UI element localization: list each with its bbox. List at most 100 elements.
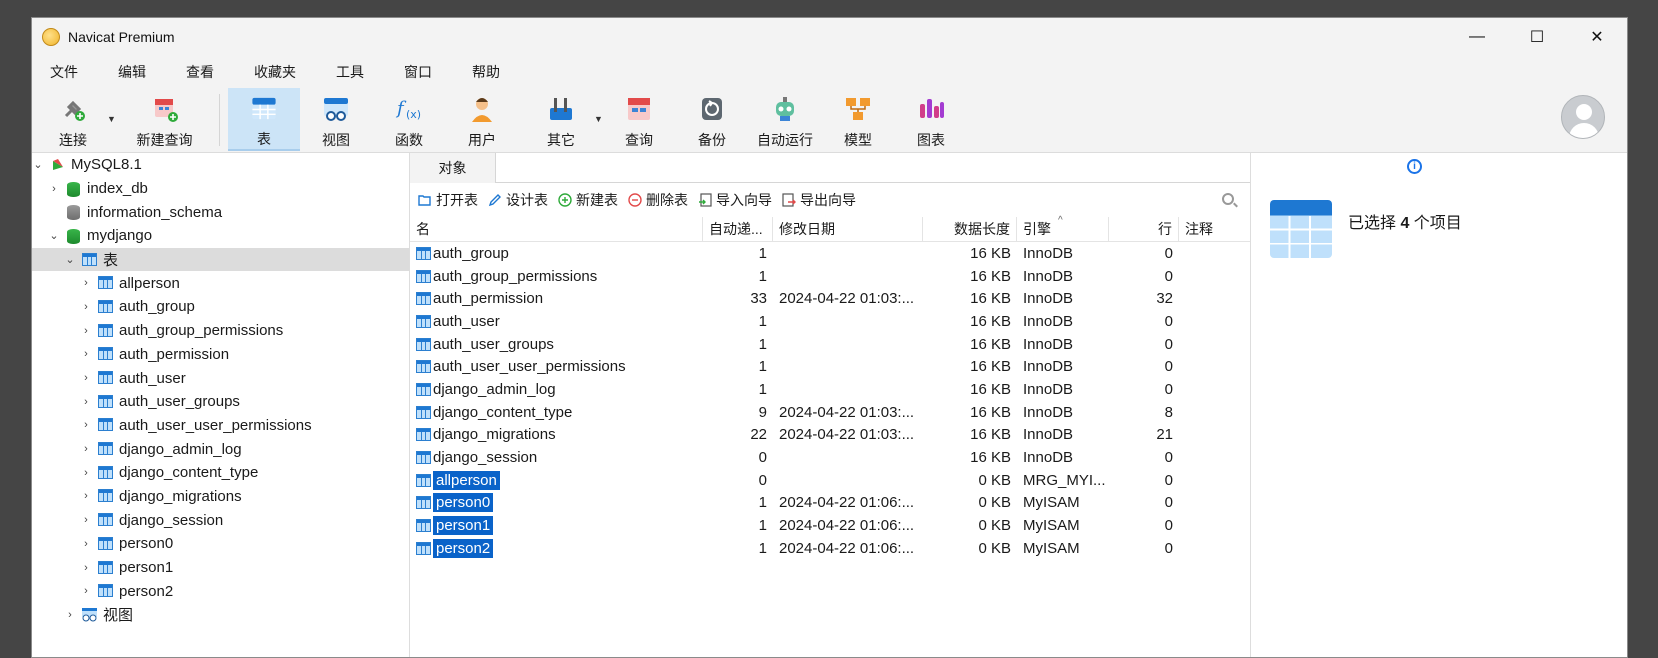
tree-table-item[interactable]: › allperson <box>32 271 409 295</box>
menu-edit[interactable]: 编辑 <box>106 62 158 82</box>
table-button[interactable]: 表 <box>228 88 300 151</box>
new-table-button[interactable]: 新建表 <box>558 190 618 210</box>
other-button[interactable]: 其它 <box>525 88 597 151</box>
chevron-right-icon[interactable]: › <box>80 514 92 526</box>
connect-dropdown-icon[interactable]: ▼ <box>107 114 116 124</box>
tree-table-item[interactable]: › auth_user <box>32 366 409 390</box>
cell-auto-increment: 1 <box>758 517 767 535</box>
maximize-button[interactable]: ☐ <box>1507 18 1567 55</box>
search-icon[interactable] <box>1222 193 1234 205</box>
model-label: 模型 <box>844 132 872 148</box>
tree-db-information-schema[interactable]: information_schema <box>32 200 409 224</box>
tree-table-item[interactable]: › django_migrations <box>32 485 409 509</box>
table-row[interactable]: django_content_type 9 2024-04-22 01:03:...… <box>410 401 1250 424</box>
table-row[interactable]: auth_user_user_permissions 1 16 KB InnoDB 0 <box>410 355 1250 378</box>
chevron-right-icon[interactable]: › <box>48 183 60 195</box>
info-icon[interactable]: i <box>1407 159 1422 174</box>
automation-button[interactable]: 自动运行 <box>749 88 821 151</box>
column-header-engine[interactable]: 引擎 <box>1017 216 1109 242</box>
chevron-right-icon[interactable]: › <box>80 372 92 384</box>
design-table-button[interactable]: 设计表 <box>488 190 548 210</box>
table-row[interactable]: allperson 0 0 KB MRG_MYI... 0 <box>410 469 1250 492</box>
column-header-name[interactable]: 名 <box>410 216 703 242</box>
table-row[interactable]: auth_group_permissions 1 16 KB InnoDB 0 <box>410 265 1250 288</box>
tree-table-item[interactable]: › auth_user_groups <box>32 390 409 414</box>
menu-help[interactable]: 帮助 <box>460 62 512 82</box>
chevron-right-icon[interactable]: › <box>80 538 92 550</box>
chevron-right-icon[interactable]: › <box>80 585 92 597</box>
tree-table-item[interactable]: › django_content_type <box>32 461 409 485</box>
tree-table-item[interactable]: › auth_permission <box>32 343 409 367</box>
query-button[interactable]: 查询 <box>603 88 675 151</box>
column-header-auto-increment[interactable]: 自动递... <box>703 216 773 242</box>
tree-views-node[interactable]: › 视图 <box>32 603 409 627</box>
user-button[interactable]: 用户 <box>446 88 518 151</box>
chevron-right-icon[interactable]: › <box>64 609 76 621</box>
table-row[interactable]: person0 1 2024-04-22 01:06:... 0 KB MyISAM 0 <box>410 492 1250 515</box>
connect-button[interactable]: 连接 <box>37 88 109 151</box>
chevron-down-icon[interactable]: ⌄ <box>64 253 76 266</box>
menu-favorites[interactable]: 收藏夹 <box>242 62 308 82</box>
column-header-rows[interactable]: 行 <box>1109 216 1179 242</box>
menu-tools[interactable]: 工具 <box>324 62 376 82</box>
tree-connection-mysql[interactable]: ⌄ MySQL8.1 <box>32 153 409 177</box>
menu-view[interactable]: 查看 <box>174 62 226 82</box>
chevron-right-icon[interactable]: › <box>80 301 92 313</box>
open-table-button[interactable]: 打开表 <box>418 190 478 210</box>
object-panel: 对象 打开表 设计表 新建表 删除表 导入向导 导出向导 名 自动递... 修改… <box>410 153 1250 657</box>
chevron-right-icon[interactable]: › <box>80 348 92 360</box>
chevron-right-icon[interactable]: › <box>80 467 92 479</box>
table-row[interactable]: auth_user 1 16 KB InnoDB 0 <box>410 310 1250 333</box>
tree-db-index-db[interactable]: › index_db <box>32 177 409 201</box>
column-header-modified[interactable]: 修改日期 <box>773 216 923 242</box>
chevron-right-icon[interactable]: › <box>80 562 92 574</box>
view-button[interactable]: 视图 <box>300 88 372 151</box>
menu-file[interactable]: 文件 <box>38 62 90 82</box>
tree-table-item[interactable]: › person1 <box>32 556 409 580</box>
tree-table-item[interactable]: › person0 <box>32 532 409 556</box>
table-row[interactable]: django_session 0 16 KB InnoDB 0 <box>410 446 1250 469</box>
minimize-button[interactable]: — <box>1447 18 1507 55</box>
delete-table-button[interactable]: 删除表 <box>628 190 688 210</box>
close-button[interactable]: ✕ <box>1567 18 1627 55</box>
new-query-icon <box>154 99 178 122</box>
chevron-right-icon[interactable]: › <box>80 325 92 337</box>
export-wizard-button[interactable]: 导出向导 <box>782 190 856 210</box>
backup-button[interactable]: 备份 <box>676 88 748 151</box>
table-row[interactable]: auth_permission 33 2024-04-22 01:03:... 16 … <box>410 287 1250 310</box>
user-avatar[interactable] <box>1561 95 1605 139</box>
tree-table-item[interactable]: › auth_user_user_permissions <box>32 414 409 438</box>
table-row[interactable]: django_migrations 22 2024-04-22 01:03:... 1… <box>410 424 1250 447</box>
chevron-right-icon[interactable]: › <box>80 396 92 408</box>
tree-table-item[interactable]: › django_admin_log <box>32 437 409 461</box>
function-button[interactable]: f (x) 函数 <box>373 88 445 151</box>
tree-tables-node[interactable]: ⌄ 表 <box>32 247 409 272</box>
chevron-right-icon[interactable]: › <box>80 277 92 289</box>
cell-engine: InnoDB <box>1023 244 1074 262</box>
chevron-right-icon[interactable]: › <box>80 490 92 502</box>
chart-button[interactable]: 图表 <box>895 88 967 151</box>
table-row[interactable]: auth_group 1 16 KB InnoDB 0 <box>410 242 1250 265</box>
new-query-button[interactable]: 新建查询 <box>117 88 212 151</box>
tree-table-item[interactable]: › auth_group <box>32 295 409 319</box>
cell-auto-increment: 1 <box>758 358 767 376</box>
tree-table-item[interactable]: › auth_group_permissions <box>32 319 409 343</box>
table-row[interactable]: person1 1 2024-04-22 01:06:... 0 KB MyISAM 0 <box>410 514 1250 537</box>
tree-table-item[interactable]: › django_session <box>32 508 409 532</box>
table-row[interactable]: person2 1 2024-04-22 01:06:... 0 KB MyISAM 0 <box>410 537 1250 560</box>
column-header-comment[interactable]: 注释 <box>1179 217 1249 242</box>
other-dropdown-icon[interactable]: ▼ <box>594 114 603 124</box>
import-wizard-button[interactable]: 导入向导 <box>698 190 772 210</box>
model-button[interactable]: 模型 <box>822 88 894 151</box>
chevron-right-icon[interactable]: › <box>80 419 92 431</box>
tree-db-mydjango[interactable]: ⌄ mydjango <box>32 224 409 248</box>
chevron-right-icon[interactable]: › <box>80 443 92 455</box>
menu-window[interactable]: 窗口 <box>392 62 444 82</box>
chevron-down-icon[interactable]: ⌄ <box>48 229 60 242</box>
table-row[interactable]: auth_user_groups 1 16 KB InnoDB 0 <box>410 333 1250 356</box>
table-row[interactable]: django_admin_log 1 16 KB InnoDB 0 <box>410 378 1250 401</box>
tab-objects[interactable]: 对象 <box>410 153 496 183</box>
column-header-data-length[interactable]: 数据长度 <box>923 216 1017 242</box>
tree-table-item[interactable]: › person2 <box>32 579 409 603</box>
chevron-down-icon[interactable]: ⌄ <box>32 158 44 171</box>
